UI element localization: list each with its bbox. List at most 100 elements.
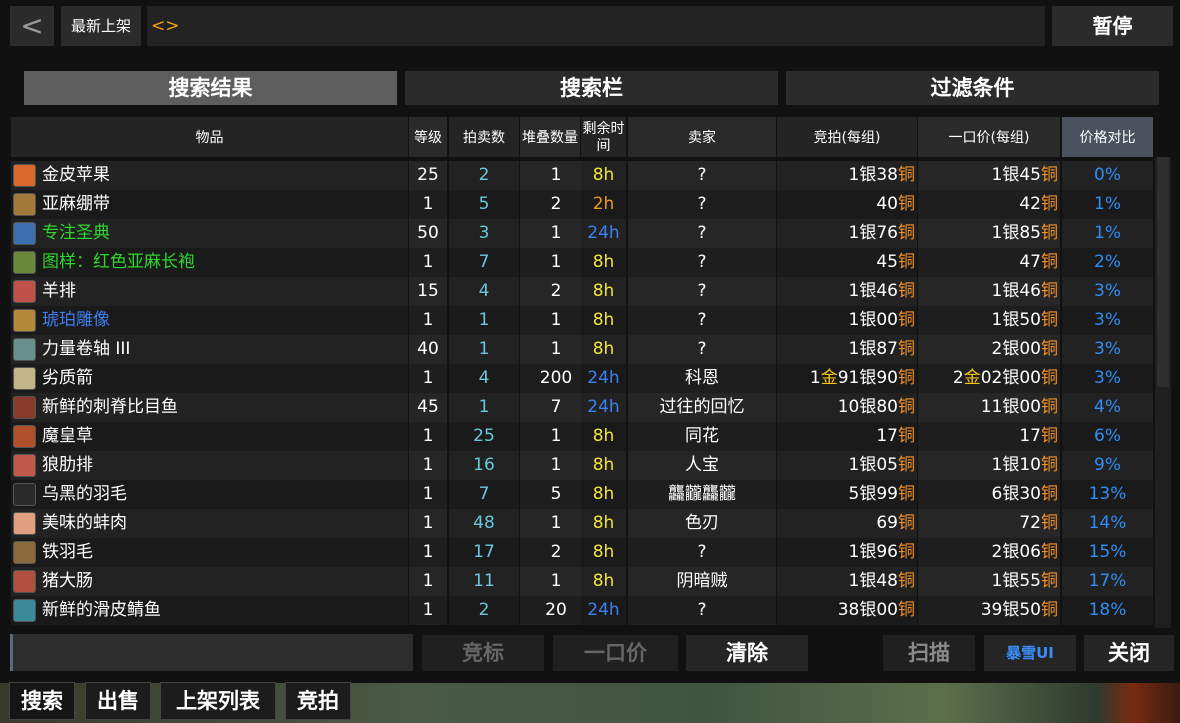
item-level: 45 <box>409 393 447 422</box>
seller-name: ? <box>628 335 776 364</box>
clear-button[interactable]: 清除 <box>686 635 808 671</box>
mackerel-icon <box>13 599 36 622</box>
table-row[interactable]: 狼肋排 1 16 1 8h 人宝 1银05铜 1银10铜 9% <box>11 451 1153 480</box>
back-button[interactable]: < <box>10 6 54 46</box>
currency-unit: 金 <box>963 368 981 388</box>
buyout-button[interactable]: 一口价 <box>553 635 678 671</box>
currency-unit: 铜 <box>898 426 915 446</box>
table-row[interactable]: 劣质箭 1 4 200 24h 科恩 1金91银90铜 2金02银00铜 3% <box>11 364 1153 393</box>
price-compare: 1% <box>1062 190 1153 219</box>
column-header-buyout[interactable]: 一口价(每组) <box>918 117 1060 157</box>
amount: 76 <box>876 223 898 243</box>
table-row[interactable]: 专注圣典 50 3 1 24h? 1银76铜 1银85铜 1% <box>11 219 1153 248</box>
bottom-tab-search[interactable]: 搜索 <box>9 682 75 720</box>
column-header-price-compare[interactable]: 价格对比 <box>1062 117 1153 157</box>
auction-count: 7 <box>449 480 519 509</box>
bid-price: 1银38铜 <box>777 161 917 190</box>
currency-unit: 铜 <box>1041 368 1058 388</box>
table-row[interactable]: 亚麻绷带 1 5 2 2h? 40铜 42铜 1% <box>11 190 1153 219</box>
amount: 42 <box>1019 194 1041 214</box>
currency-unit: 铜 <box>898 281 915 301</box>
item-name: 猪大肠 <box>11 567 408 596</box>
item-name-label: 新鲜的滑皮鲭鱼 <box>42 600 161 620</box>
bid-price: 38银00铜 <box>777 596 917 625</box>
price-compare: 9% <box>1062 451 1153 480</box>
table-row[interactable]: 新鲜的刺脊比目鱼 45 1 7 24h 过往的回忆 10银80铜 11银00铜 4% <box>11 393 1153 422</box>
bottom-tab-bids[interactable]: 竞拍 <box>285 682 351 720</box>
seller-name: 人宝 <box>628 451 776 480</box>
auction-count: 11 <box>449 567 519 596</box>
currency-unit: 银 <box>859 484 877 504</box>
seller-name: 色刃 <box>628 509 776 538</box>
bid-price: 1金91银90铜 <box>777 364 917 393</box>
item-name-label: 乌黑的羽毛 <box>42 484 127 504</box>
buyout-price: 2金02银00铜 <box>918 364 1060 393</box>
table-row[interactable]: 新鲜的滑皮鲭鱼 1 2 20 24h? 38银00铜 39银50铜 18% <box>11 596 1153 625</box>
amount: 1 <box>991 571 1003 591</box>
blizzard-ui-button[interactable]: 暴雪UI <box>984 635 1076 671</box>
item-level: 1 <box>409 451 447 480</box>
amount: 87 <box>876 339 898 359</box>
close-button[interactable]: 关闭 <box>1084 635 1174 671</box>
intestine-icon <box>13 570 36 593</box>
column-header-auctions[interactable]: 拍卖数 <box>449 117 519 157</box>
bid-button[interactable]: 竞标 <box>422 635 544 671</box>
currency-unit: 铜 <box>1041 252 1058 272</box>
amount: 96 <box>876 542 898 562</box>
table-row[interactable]: 图样：红色亚麻长袍 1 7 1 8h? 45铜 47铜 2% <box>11 248 1153 277</box>
meat-icon <box>13 280 36 303</box>
scrollbar-thumb[interactable] <box>1157 157 1169 387</box>
item-level: 40 <box>409 335 447 364</box>
time-left: 8h <box>581 161 626 190</box>
table-row[interactable]: 琥珀雕像 1 1 1 8h? 1银00铜 1银50铜 3% <box>11 306 1153 335</box>
table-row[interactable]: 铁羽毛 1 17 2 8h? 1银96铜 2银06铜 15% <box>11 538 1153 567</box>
column-header-bid[interactable]: 竞拍(每组) <box>777 117 917 157</box>
table-row[interactable]: 魔皇草 1 25 1 8h 同花 17铜 17铜 6% <box>11 422 1153 451</box>
currency-unit: 铜 <box>1041 310 1058 330</box>
item-level: 1 <box>409 306 447 335</box>
table-row[interactable]: 金皮苹果 25 2 1 8h? 1银38铜 1银45铜 0% <box>11 161 1153 190</box>
tab-search-bar[interactable]: 搜索栏 <box>405 71 778 105</box>
pause-button[interactable]: 暂停 <box>1052 6 1173 46</box>
amount: 17 <box>876 426 898 446</box>
time-left: 24h <box>581 364 626 393</box>
amount: 55 <box>1019 571 1041 591</box>
amount: 1 <box>991 310 1003 330</box>
bottom-tab-sell[interactable]: 出售 <box>85 682 151 720</box>
tab-search-results[interactable]: 搜索结果 <box>24 71 397 105</box>
column-header-level[interactable]: 等级 <box>409 117 447 157</box>
bid-amount-input[interactable] <box>10 634 413 671</box>
seller-name: ? <box>628 190 776 219</box>
table-row[interactable]: 乌黑的羽毛 1 7 5 8h 龘龖龘龖 5银99铜 6银30铜 13% <box>11 480 1153 509</box>
table-row[interactable]: 美味的蚌肉 1 48 1 8h 色刃 69铜 72铜 14% <box>11 509 1153 538</box>
seller-name: 龘龖龘龖 <box>628 480 776 509</box>
item-name: 魔皇草 <box>11 422 408 451</box>
item-name: 专注圣典 <box>11 219 408 248</box>
column-header-item[interactable]: 物品 <box>11 117 408 157</box>
scan-button[interactable]: 扫描 <box>883 635 975 671</box>
column-header-time[interactable]: 剩余时间 <box>581 117 626 157</box>
table-row[interactable]: 猪大肠 1 11 1 8h 阴暗贼 1银48铜 1银55铜 17% <box>11 567 1153 596</box>
search-input[interactable]: <> <box>147 6 1045 46</box>
item-name: 金皮苹果 <box>11 161 408 190</box>
arrow-icon <box>13 367 36 390</box>
column-header-seller[interactable]: 卖家 <box>628 117 776 157</box>
auction-count: 16 <box>449 451 519 480</box>
scrollbar[interactable] <box>1155 157 1171 628</box>
seller-name: ? <box>628 219 776 248</box>
amount: 00 <box>876 600 898 620</box>
latest-listings-button[interactable]: 最新上架 <box>61 6 141 46</box>
seller-name: ? <box>628 538 776 567</box>
table-row[interactable]: 羊排 15 4 2 8h? 1银46铜 1银46铜 3% <box>11 277 1153 306</box>
apple-icon <box>13 164 36 187</box>
column-header-stack[interactable]: 堆叠数量 <box>520 117 580 157</box>
tab-filters[interactable]: 过滤条件 <box>786 71 1159 105</box>
currency-unit: 银 <box>1002 600 1020 620</box>
bottom-tab-listings[interactable]: 上架列表 <box>160 682 276 720</box>
table-row[interactable]: 力量卷轴 III 40 1 1 8h? 1银87铜 2银00铜 3% <box>11 335 1153 364</box>
auction-count: 1 <box>449 393 519 422</box>
price-compare: 2% <box>1062 248 1153 277</box>
currency-unit: 铜 <box>898 542 915 562</box>
currency-unit: 铜 <box>898 600 915 620</box>
currency-unit: 银 <box>859 455 877 475</box>
